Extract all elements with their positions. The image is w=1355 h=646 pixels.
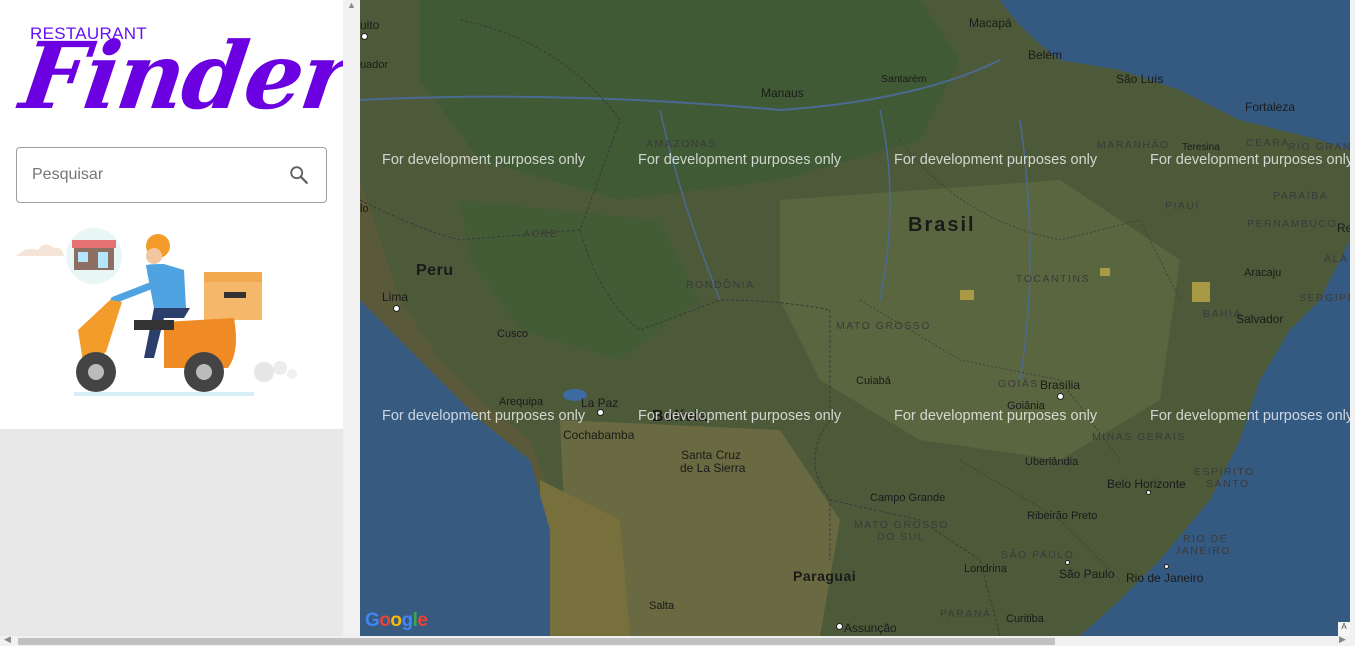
label-paraiba: PARAÍBA	[1273, 190, 1329, 202]
label-la-paz: La Paz	[581, 396, 619, 410]
marker-la-paz	[597, 409, 604, 416]
marker-brasilia	[1057, 393, 1064, 400]
label-campo-grande: Campo Grande	[870, 492, 946, 504]
label-assuncao: Assunção	[844, 621, 897, 635]
label-salta: Salta	[649, 600, 675, 612]
sidebar-scrollbar[interactable]: ▲	[343, 0, 360, 636]
label-pernambuco: PERNAMBUCO	[1247, 218, 1338, 230]
label-curitiba: Curitiba	[1006, 613, 1044, 625]
label-sergipe: SERGIPE	[1299, 292, 1350, 304]
label-uberlandia: Uberlândia	[1025, 456, 1079, 468]
google-letter: o	[390, 610, 402, 631]
search-box[interactable]	[16, 147, 327, 203]
label-lima: Lima	[382, 290, 409, 304]
label-macapa: Macapá	[969, 16, 1012, 30]
marker-quito	[361, 33, 368, 40]
label-brasil: Brasil	[908, 214, 976, 236]
label-parana: PARANÁ	[940, 608, 992, 620]
label-l1: lo	[360, 203, 369, 215]
label-manaus: Manaus	[761, 86, 804, 100]
label-ribeirao: Ribeirão Preto	[1027, 510, 1098, 522]
label-espirito-2: SANTO	[1206, 478, 1250, 490]
label-sao-luis: São Luís	[1116, 72, 1164, 86]
scroll-right-arrow-icon[interactable]: ▶	[1339, 634, 1346, 645]
marker-belo-horizonte	[1146, 490, 1151, 495]
marker-sao-paulo	[1065, 560, 1070, 565]
google-letter: e	[417, 610, 428, 631]
label-sao-paulo: São Paulo	[1059, 567, 1115, 581]
label-arequipa: Arequipa	[499, 396, 544, 408]
marker-assuncao	[836, 623, 843, 630]
label-piaui: PIAUÍ	[1165, 200, 1200, 212]
dev-watermark: For development purposes only	[894, 152, 1098, 168]
map[interactable]: Brasil Peru Bolívia Paraguai AMAZONAS AC…	[360, 0, 1350, 636]
dev-watermark: For development purposes only	[382, 152, 586, 168]
dev-watermark: For development purposes only	[1150, 152, 1350, 168]
sidebar-panel: RESTAURANT Finder	[0, 0, 356, 429]
dev-watermark: For development purposes only	[638, 408, 842, 424]
label-peru: Peru	[416, 262, 454, 279]
label-brasilia: Brasília	[1040, 378, 1081, 392]
label-recife: Re	[1337, 221, 1350, 235]
label-santa-cruz-1: Santa Cruz	[681, 448, 742, 462]
label-ms-1: MATO GROSSO	[854, 519, 949, 531]
horizontal-scrollbar[interactable]: ◀ ▶	[0, 634, 1355, 646]
dev-watermark: For development purposes only	[1150, 408, 1350, 424]
label-santarem: Santarém	[881, 73, 927, 85]
horizontal-scrollbar-thumb[interactable]	[18, 638, 1055, 645]
label-espirito-1: ESPÍRITO	[1194, 466, 1255, 478]
scroll-left-arrow-icon[interactable]: ◀	[4, 634, 11, 645]
label-cusco: Cusco	[497, 328, 529, 340]
google-letter: g	[401, 610, 414, 631]
label-santa-cruz-2: de La Sierra	[680, 461, 746, 475]
label-sao-paulo-state: SÃO PAULO	[1001, 549, 1075, 561]
label-alagoas: ALA	[1324, 253, 1349, 265]
sidebar: RESTAURANT Finder	[0, 0, 356, 636]
label-cochabamba: Cochabamba	[563, 428, 635, 442]
label-maranhao: MARANHÃO	[1097, 139, 1170, 151]
label-acre: ACRE	[523, 228, 559, 240]
marker-lima	[393, 305, 400, 312]
label-aracaju: Aracaju	[1244, 267, 1282, 279]
dev-watermark: For development purposes only	[382, 408, 586, 424]
label-salvador: Salvador	[1236, 312, 1284, 326]
delivery-scooter-illustration	[16, 228, 297, 396]
label-paraguai: Paraguai	[793, 568, 857, 584]
dev-watermark: For development purposes only	[894, 408, 1098, 424]
label-quito: uito	[360, 18, 380, 32]
label-goias: GOIÁS	[998, 378, 1039, 390]
logo-title: Finder	[14, 22, 357, 130]
label-amazonas: AMAZONAS	[646, 138, 717, 150]
google-logo[interactable]: Google	[365, 610, 428, 632]
label-rondonia: RONDÔNIA	[686, 279, 755, 291]
label-belo-horizonte: Belo Horizonte	[1107, 477, 1186, 491]
label-londrina: Londrina	[964, 563, 1007, 575]
label-fortaleza: Fortaleza	[1245, 100, 1296, 114]
map-scrollbar[interactable]	[1350, 0, 1355, 636]
label-mato-grosso: MATO GROSSO	[836, 320, 931, 332]
label-cuiaba: Cuiabá	[856, 375, 891, 387]
dev-watermark: For development purposes only	[638, 152, 842, 168]
marker-rio	[1164, 564, 1169, 569]
app: RESTAURANT Finder Pesquisar ▲ Brasil Per…	[0, 0, 1355, 646]
label-rio: Rio de Janeiro	[1126, 571, 1204, 585]
label-ceara: CEARÁ	[1246, 137, 1290, 149]
search-icon[interactable]	[288, 164, 310, 186]
label-equador: uador	[360, 59, 389, 71]
label-belem: Belém	[1028, 48, 1063, 62]
label-rio-2: JANEIRO	[1175, 545, 1232, 557]
label-ms-2: DO SUL	[877, 531, 926, 543]
search-input[interactable]	[32, 148, 282, 202]
label-minas: MINAS GERAIS	[1092, 431, 1186, 443]
google-letter: o	[379, 610, 391, 631]
label-rio-1: RIO DE	[1183, 533, 1229, 545]
label-tocantins: TOCANTINS	[1016, 273, 1090, 285]
google-letter: G	[365, 610, 380, 631]
scroll-up-arrow-icon[interactable]: ▲	[347, 0, 356, 10]
